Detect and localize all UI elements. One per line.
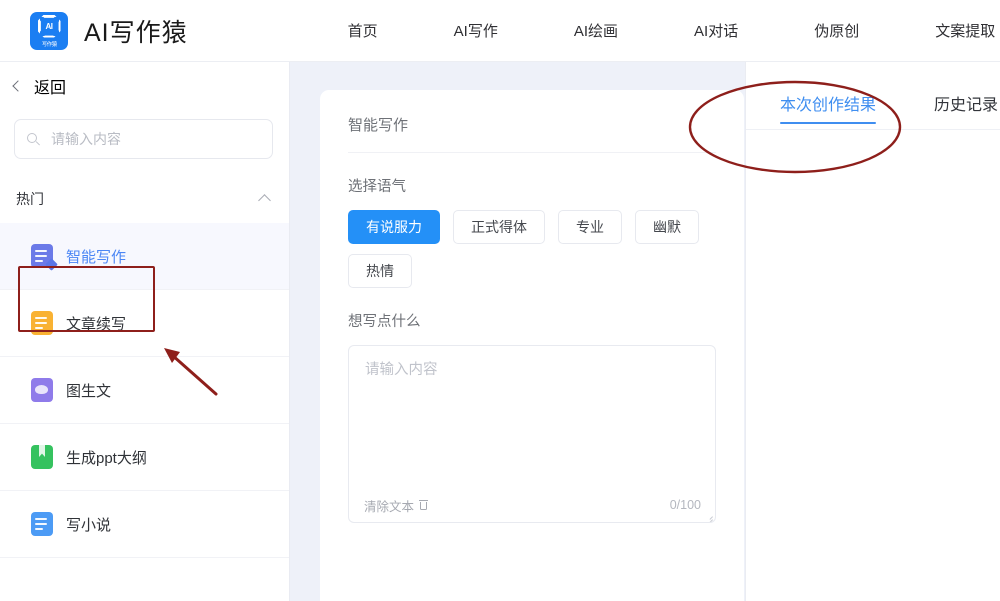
app-header: AI 写作猿 AI写作猿 首页 AI写作 AI绘画 AI对话 伪原创 文案提取: [0, 0, 1000, 62]
chevron-up-icon[interactable]: [258, 194, 271, 207]
back-button-label: 返回: [34, 74, 66, 98]
tone-option-persuasive[interactable]: 有说服力: [348, 210, 440, 244]
sidebar-menu-list: 智能写作 文章续写 图生文: [0, 223, 289, 558]
result-tabs: 本次创作结果 历史记录: [746, 62, 1000, 130]
chevron-left-icon: [12, 80, 23, 91]
body-wrapper: 返回 热门 智能写作: [0, 62, 1000, 601]
app-root: AI 写作猿 AI写作猿 首页 AI写作 AI绘画 AI对话 伪原创 文案提取 …: [0, 0, 1000, 601]
sidebar-item-label: 智能写作: [66, 246, 126, 267]
tab-current-result[interactable]: 本次创作结果: [780, 91, 876, 129]
textarea-resize-handle[interactable]: [705, 512, 713, 520]
tone-option-enthusiastic[interactable]: 热情: [348, 254, 412, 288]
sidebar-item-write-novel[interactable]: 写小说: [0, 491, 289, 558]
search-input[interactable]: [49, 130, 260, 148]
app-logo-icon: AI 写作猿: [30, 12, 68, 50]
prompt-field-label: 想写点什么: [348, 310, 716, 331]
tab-history[interactable]: 历史记录: [934, 91, 998, 129]
textarea-footer: 清除文本 0/100: [349, 488, 715, 522]
nav-item-paraphrase[interactable]: 伪原创: [814, 20, 859, 41]
nav-item-text-extract[interactable]: 文案提取: [935, 20, 995, 41]
document-pen-icon: [31, 244, 53, 268]
sidebar-item-label: 文章续写: [66, 313, 126, 334]
character-counter: 0/100: [670, 498, 701, 512]
trash-icon: [419, 500, 428, 510]
sidebar-section-title: 热门: [16, 189, 44, 209]
tone-field-label: 选择语气: [348, 175, 716, 196]
search-icon: [27, 133, 40, 146]
nav-item-home[interactable]: 首页: [348, 20, 378, 41]
tone-option-professional[interactable]: 专业: [558, 210, 622, 244]
tone-options: 有说服力 正式得体 专业 幽默 热情: [348, 210, 716, 288]
sidebar-item-ppt-outline[interactable]: 生成ppt大纲: [0, 424, 289, 491]
brand[interactable]: AI 写作猿 AI写作猿: [30, 12, 188, 50]
sidebar-item-article-continue[interactable]: 文章续写: [0, 290, 289, 357]
logo-sub-text: 写作猿: [42, 39, 57, 47]
nav-item-ai-chat[interactable]: AI对话: [694, 20, 738, 41]
main-nav: 首页 AI写作 AI绘画 AI对话 伪原创 文案提取: [348, 20, 996, 41]
nav-item-ai-painting[interactable]: AI绘画: [574, 20, 618, 41]
tone-option-humorous[interactable]: 幽默: [635, 210, 699, 244]
writing-form-card: 智能写作 选择语气 有说服力 正式得体 专业 幽默 热情 想写点什么 清除文本: [320, 90, 744, 601]
result-panel: 本次创作结果 历史记录: [745, 62, 1000, 601]
logo-mark-text: AI: [40, 17, 59, 36]
brand-name: AI写作猿: [84, 13, 188, 49]
clear-text-button[interactable]: 清除文本: [364, 496, 428, 515]
main-content: 本次创作结果 历史记录 智能写作 选择语气 有说服力 正式得体 专业 幽默 热情…: [290, 62, 1000, 601]
back-button[interactable]: 返回: [0, 62, 289, 110]
novel-icon: [31, 512, 53, 536]
prompt-textarea-wrapper: 清除文本 0/100: [348, 345, 716, 523]
sidebar-item-image-to-text[interactable]: 图生文: [0, 357, 289, 424]
form-title: 智能写作: [348, 114, 716, 153]
sidebar-item-label: 图生文: [66, 380, 111, 401]
sidebar: 返回 热门 智能写作: [0, 62, 290, 601]
clear-text-label: 清除文本: [364, 496, 414, 515]
sidebar-section-hot[interactable]: 热门: [0, 177, 289, 221]
sidebar-item-smart-writing[interactable]: 智能写作: [0, 223, 289, 290]
ppt-icon: [31, 445, 53, 469]
document-icon: [31, 311, 53, 335]
nav-item-ai-writing[interactable]: AI写作: [454, 20, 498, 41]
tone-option-formal[interactable]: 正式得体: [453, 210, 545, 244]
sidebar-search[interactable]: [14, 119, 273, 159]
image-text-icon: [31, 378, 53, 402]
sidebar-item-label: 生成ppt大纲: [66, 447, 147, 468]
prompt-textarea[interactable]: [349, 346, 715, 486]
logo-octagon-shape: AI: [38, 15, 61, 38]
sidebar-item-label: 写小说: [66, 514, 111, 535]
